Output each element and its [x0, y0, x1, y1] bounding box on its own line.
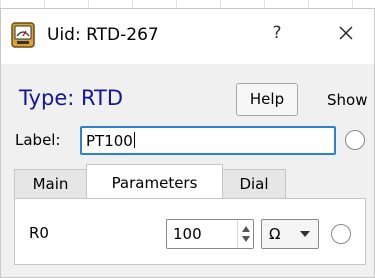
parameters-panel: R0 100 Ω: [14, 198, 366, 265]
tab-parameters[interactable]: Parameters: [86, 164, 223, 200]
context-help-button[interactable]: ?: [267, 23, 287, 45]
text-caret: [133, 132, 135, 148]
dialog-window: Uid: RTD-267 ? Type: RTD Help Show Label…: [0, 8, 375, 278]
close-icon[interactable]: [334, 21, 358, 45]
r0-value-spinbox[interactable]: 100: [166, 219, 254, 249]
tab-bar: Main Dial Parameters: [14, 164, 366, 200]
param-r0-label: R0: [29, 224, 49, 242]
help-button[interactable]: Help: [236, 83, 298, 116]
spin-arrows[interactable]: [237, 220, 253, 248]
tab-dial[interactable]: Dial: [222, 169, 286, 199]
background-ruler: [0, 0, 375, 8]
r0-show-radio[interactable]: [331, 224, 351, 244]
unit-select[interactable]: Ω: [261, 219, 319, 249]
label-input[interactable]: PT100: [80, 126, 336, 155]
show-radio[interactable]: [345, 130, 365, 150]
label-field-label: Label:: [15, 131, 61, 149]
gauge-icon: [11, 22, 35, 48]
spin-arrows-icon: [242, 226, 250, 242]
show-label[interactable]: Show: [327, 91, 367, 109]
unit-value: Ω: [269, 225, 281, 243]
r0-value: 100: [173, 225, 202, 243]
window-title: Uid: RTD-267: [47, 25, 159, 45]
title-bar: Uid: RTD-267 ?: [1, 9, 374, 64]
label-input-value: PT100: [86, 132, 133, 150]
type-title: Type: RTD: [19, 86, 124, 110]
chevron-down-icon: [300, 231, 310, 237]
tab-main[interactable]: Main: [14, 169, 87, 199]
